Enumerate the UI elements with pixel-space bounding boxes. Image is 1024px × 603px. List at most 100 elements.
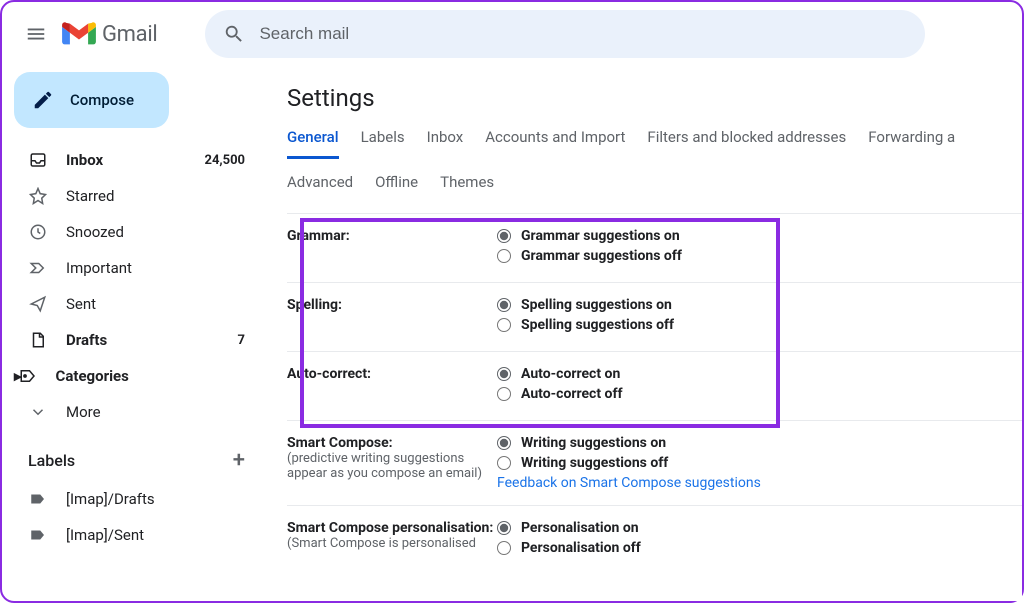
label-icon (29, 526, 47, 544)
sidebar-item-more[interactable]: More (10, 394, 259, 430)
setting-row-smartcompose: Smart Compose: (predictive writing sugge… (287, 421, 1022, 506)
search-bar[interactable] (205, 10, 925, 58)
smartcompose-off-option[interactable]: Writing suggestions off (497, 455, 1022, 471)
tab-themes[interactable]: Themes (440, 173, 494, 199)
option-label: Personalisation off (521, 540, 641, 556)
tab-labels[interactable]: Labels (361, 128, 405, 159)
option-label: Auto-correct off (521, 386, 622, 402)
option-label: Grammar suggestions on (521, 228, 680, 244)
setting-sublabel: (predictive writing suggestions appear a… (287, 451, 497, 481)
option-label: Grammar suggestions off (521, 248, 682, 264)
sidebar-item-label: More (66, 403, 245, 421)
option-label: Spelling suggestions off (521, 317, 674, 333)
drafts-icon (29, 331, 47, 349)
spelling-off-option[interactable]: Spelling suggestions off (497, 317, 1022, 333)
setting-sublabel: (Smart Compose is personalised (287, 536, 497, 551)
option-label: Writing suggestions on (521, 435, 666, 451)
smartcompose-on-option[interactable]: Writing suggestions on (497, 435, 1022, 451)
tab-general[interactable]: General (287, 128, 339, 159)
important-icon (29, 259, 47, 277)
setting-label-text: Smart Compose: (287, 435, 393, 451)
radio-input[interactable] (497, 436, 511, 450)
settings-title: Settings (287, 84, 1022, 112)
sidebar-item-label: Snoozed (66, 223, 245, 241)
radio-input[interactable] (497, 249, 511, 263)
sidebar-item-sent[interactable]: Sent (10, 286, 259, 322)
radio-input[interactable] (497, 456, 511, 470)
setting-label-text: Smart Compose personalisation: (287, 520, 493, 536)
tab-inbox[interactable]: Inbox (427, 128, 464, 159)
setting-row-grammar: Grammar: Grammar suggestions on Grammar … (287, 214, 1022, 283)
autocorrect-off-option[interactable]: Auto-correct off (497, 386, 1022, 402)
sidebar-item-label: Sent (66, 295, 245, 313)
spelling-on-option[interactable]: Spelling suggestions on (497, 297, 1022, 313)
hamburger-icon (25, 23, 47, 45)
label-name: [Imap]/Drafts (66, 490, 245, 508)
scp-off-option[interactable]: Personalisation off (497, 540, 1022, 556)
radio-input[interactable] (497, 521, 511, 535)
label-item[interactable]: [Imap]/Sent (10, 517, 259, 553)
sidebar-item-snoozed[interactable]: Snoozed (10, 214, 259, 250)
sidebar-item-label: Inbox (66, 151, 205, 169)
star-icon (29, 187, 47, 205)
grammar-on-option[interactable]: Grammar suggestions on (497, 228, 1022, 244)
sidebar-item-inbox[interactable]: Inbox 24,500 (10, 142, 259, 178)
sidebar-item-important[interactable]: Important (10, 250, 259, 286)
app-name: Gmail (102, 22, 157, 47)
setting-row-smartcompose-personal: Smart Compose personalisation: (Smart Co… (287, 506, 1022, 560)
radio-input[interactable] (497, 541, 511, 555)
settings-tabs-secondary: Advanced Offline Themes (287, 173, 1022, 199)
search-input[interactable] (259, 24, 907, 44)
setting-label: Smart Compose: (predictive writing sugge… (287, 435, 497, 491)
option-label: Auto-correct on (521, 366, 620, 382)
sidebar-item-label: Categories (56, 367, 245, 385)
labels-header: Labels + (10, 430, 259, 481)
sidebar: Compose Inbox 24,500 Starred Snoozed Imp… (2, 66, 267, 601)
chevron-down-icon (29, 403, 47, 421)
setting-label: Grammar: (287, 228, 497, 268)
pencil-icon (32, 89, 54, 111)
tab-offline[interactable]: Offline (375, 173, 418, 199)
radio-input[interactable] (497, 229, 511, 243)
option-label: Writing suggestions off (521, 455, 668, 471)
compose-button[interactable]: Compose (14, 72, 169, 128)
sent-icon (29, 295, 47, 313)
option-label: Personalisation on (521, 520, 639, 536)
gmail-logo[interactable]: Gmail (62, 21, 157, 47)
labels-title: Labels (28, 451, 75, 470)
compose-label: Compose (70, 91, 134, 109)
main-menu-button[interactable] (14, 12, 58, 56)
main-panel: Settings General Labels Inbox Accounts a… (267, 66, 1022, 601)
tab-forwarding[interactable]: Forwarding a (868, 128, 955, 159)
sidebar-item-count: 7 (238, 333, 245, 348)
grammar-off-option[interactable]: Grammar suggestions off (497, 248, 1022, 264)
setting-label: Smart Compose personalisation: (Smart Co… (287, 520, 497, 560)
categories-icon (19, 367, 37, 385)
radio-input[interactable] (497, 318, 511, 332)
tab-filters[interactable]: Filters and blocked addresses (647, 128, 846, 159)
setting-label: Auto-correct: (287, 366, 497, 406)
radio-input[interactable] (497, 367, 511, 381)
tab-accounts[interactable]: Accounts and Import (485, 128, 625, 159)
sidebar-item-categories[interactable]: ▸ Categories (10, 358, 259, 394)
sidebar-item-label: Important (66, 259, 245, 277)
setting-row-spelling: Spelling: Spelling suggestions on Spelli… (287, 283, 1022, 352)
smartcompose-feedback-link[interactable]: Feedback on Smart Compose suggestions (497, 475, 761, 491)
label-item[interactable]: [Imap]/Drafts (10, 481, 259, 517)
label-name: [Imap]/Sent (66, 526, 245, 544)
tab-advanced[interactable]: Advanced (287, 173, 353, 199)
sidebar-item-drafts[interactable]: Drafts 7 (10, 322, 259, 358)
clock-icon (29, 223, 47, 241)
setting-row-autocorrect: Auto-correct: Auto-correct on Auto-corre… (287, 352, 1022, 421)
inbox-icon (29, 151, 47, 169)
sidebar-item-starred[interactable]: Starred (10, 178, 259, 214)
radio-input[interactable] (497, 298, 511, 312)
option-label: Spelling suggestions on (521, 297, 672, 313)
add-label-button[interactable]: + (233, 448, 245, 473)
scp-on-option[interactable]: Personalisation on (497, 520, 1022, 536)
autocorrect-on-option[interactable]: Auto-correct on (497, 366, 1022, 382)
radio-input[interactable] (497, 387, 511, 401)
search-icon (223, 23, 245, 45)
sidebar-item-label: Drafts (66, 331, 238, 349)
settings-tabs-primary: General Labels Inbox Accounts and Import… (287, 128, 1022, 159)
